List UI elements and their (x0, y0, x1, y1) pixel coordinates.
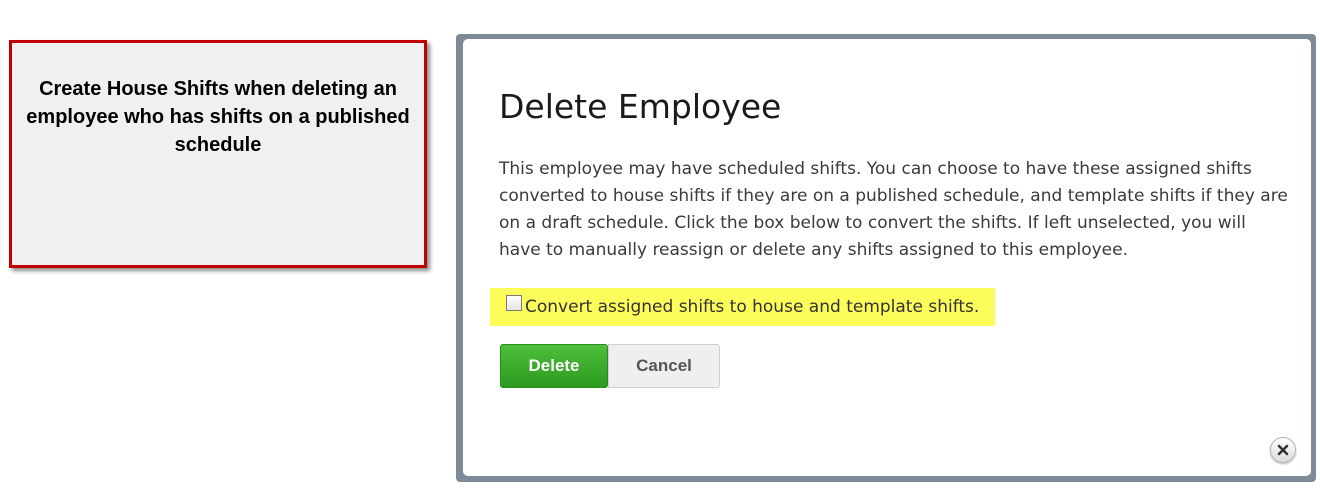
delete-button[interactable]: Delete (500, 344, 608, 388)
convert-shifts-label[interactable]: Convert assigned shifts to house and tem… (525, 297, 979, 317)
close-icon (1277, 444, 1289, 456)
annotation-callout: Create House Shifts when deleting an emp… (9, 40, 427, 268)
callout-text: Create House Shifts when deleting an emp… (26, 78, 410, 156)
convert-shifts-checkbox[interactable] (506, 295, 522, 311)
convert-shifts-option[interactable]: Convert assigned shifts to house and tem… (490, 288, 995, 326)
cancel-button[interactable]: Cancel (608, 344, 720, 388)
close-button[interactable] (1270, 437, 1296, 463)
dialog-title: Delete Employee (499, 87, 782, 126)
delete-employee-dialog: Delete Employee This employee may have s… (463, 39, 1311, 476)
dialog-description: This employee may have scheduled shifts.… (499, 159, 1288, 260)
modal-overlay-frame: Delete Employee This employee may have s… (456, 34, 1316, 482)
